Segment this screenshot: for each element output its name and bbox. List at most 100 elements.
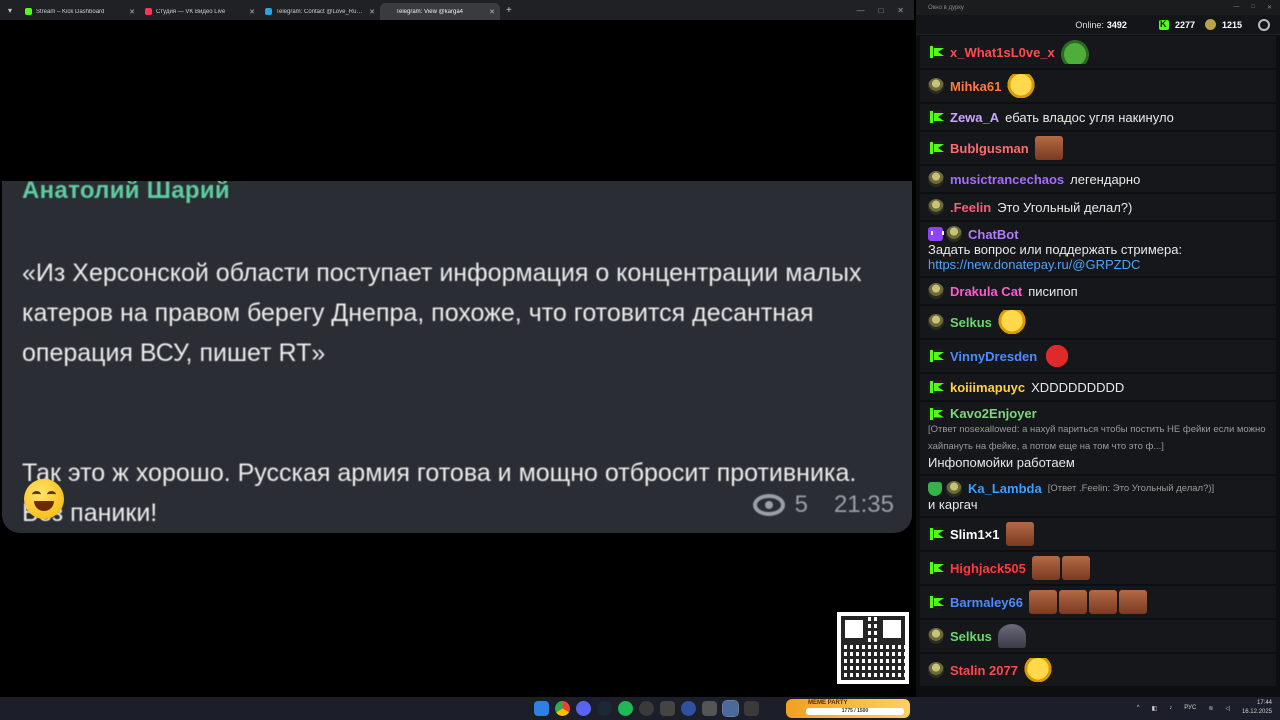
chat-username[interactable]: Selkus (950, 315, 992, 330)
chat-username[interactable]: Barmaley66 (950, 595, 1023, 610)
chat-message: Slim1×1 (920, 518, 1276, 550)
post-time: 21:35 (833, 491, 894, 518)
chat-username[interactable]: Highjack505 (950, 561, 1026, 576)
close-button[interactable]: ✕ (897, 6, 904, 15)
kick-badge-icon (928, 349, 942, 363)
chat-message: musictrancechaos легендарно (920, 166, 1276, 192)
post-meta: 5 21:35 (752, 491, 894, 519)
vk-badge-icon (928, 78, 944, 94)
tab-label: Студия — VK Видео Live (156, 8, 226, 15)
chat-reply-quote: [Ответ .Feelin: Это Угольный делал?)] (1047, 483, 1215, 494)
chat-message: Ka_Lambda [Ответ .Feelin: Это Угольный де… (920, 476, 1276, 516)
chat-username[interactable]: musictrancechaos (950, 172, 1064, 187)
chat-message: .Feelin Это Угольный делал?) (920, 194, 1276, 220)
chat-username[interactable]: Drakula Cat (950, 284, 1022, 299)
telegram-icon[interactable] (722, 700, 739, 717)
chat-username[interactable]: VinnyDresden (950, 349, 1037, 364)
steam-icon[interactable] (597, 701, 612, 716)
chat-message: ChatBot Задать вопрос или поддержать стри… (920, 222, 1276, 276)
chat-text: легендарно (1070, 171, 1141, 187)
vk-badge-icon (928, 199, 944, 215)
clock[interactable]: 17:44 16.12.2025 (1242, 699, 1272, 717)
chat-username[interactable]: ChatBot (968, 227, 1019, 242)
kick-badge-icon (928, 110, 942, 124)
player-icon[interactable] (681, 701, 696, 716)
chat-titlebar: Окно в дурку — □ ✕ (916, 0, 1280, 15)
face-emote-icon (1031, 556, 1060, 580)
microphone-icon[interactable]: ♪ (1169, 705, 1172, 711)
chat-username[interactable]: Kavo2Enjoyer (950, 406, 1037, 421)
tab-favicon-icon (265, 8, 272, 15)
chat-reply-quote: [Ответ nosexallowed: а нахуй париться чт… (928, 424, 1266, 452)
browser-tab[interactable]: Telegram: View @karga4 ✕ (380, 3, 500, 20)
kick-badge-icon (928, 561, 942, 575)
kick-badge-icon (928, 595, 942, 609)
chat-username[interactable]: x_What1sL0ve_x (950, 45, 1055, 60)
obs-icon[interactable] (639, 701, 654, 716)
vk-badge-icon (928, 171, 944, 187)
settings-gear-icon[interactable] (1258, 18, 1270, 31)
chat-message: Drakula Cat писипоп (920, 278, 1276, 304)
spotify-icon[interactable] (618, 701, 633, 716)
app-icon[interactable] (660, 701, 675, 716)
app2-icon[interactable] (702, 701, 717, 716)
tab-close-icon[interactable]: ✕ (249, 8, 255, 16)
chat-username[interactable]: .Feelin (950, 200, 991, 215)
chat-username[interactable]: Mihka61 (950, 79, 1001, 94)
vk-badge-icon (946, 226, 962, 242)
online-count: 3492 (1106, 19, 1127, 30)
vk-logo-icon (1204, 19, 1216, 30)
browser-tab[interactable]: Студия — VK Видео Live ✕ (140, 3, 260, 20)
tab-label: Stream – Kick Dashboard (36, 8, 105, 15)
start-windows-icon[interactable] (534, 701, 549, 716)
vk-badge-icon (928, 662, 944, 678)
post-paragraph-quote: «Из Херсонской области поступает информа… (22, 259, 862, 367)
chat-username[interactable]: Zewa_A (950, 110, 999, 125)
post-author[interactable]: Анатолий Шарий (22, 181, 230, 205)
tab-search-chevron-icon[interactable]: ▾ (0, 0, 20, 20)
chat-maximize-button[interactable]: □ (1251, 4, 1255, 11)
new-tab-button[interactable]: + (506, 5, 512, 16)
meme-party-widget[interactable]: MEME PARTY 1775 / 1500 (786, 699, 910, 718)
language-indicator[interactable]: РУС (1184, 705, 1196, 711)
chat-minimize-button[interactable]: — (1233, 4, 1239, 11)
browser-tab[interactable]: Telegram: Contact @Love_Russi... ✕ (260, 3, 380, 20)
volume-icon[interactable]: ◁ (1225, 705, 1230, 712)
chrome-icon[interactable] (555, 701, 570, 716)
chat-text: и каргач (928, 497, 978, 512)
tab-close-icon[interactable]: ✕ (369, 8, 375, 16)
chat-username[interactable]: Bublgusman (950, 141, 1029, 156)
network-icon[interactable]: ◧ (1152, 705, 1158, 712)
minimize-button[interactable]: — (856, 6, 864, 15)
browser-tab[interactable]: Stream – Kick Dashboard ✕ (20, 3, 140, 20)
chat-username[interactable]: Ka_Lambda (968, 481, 1042, 496)
tray-chevron-icon[interactable]: ^ (1137, 705, 1140, 711)
chat-message: Barmaley66 (920, 586, 1276, 618)
chat-close-button[interactable]: ✕ (1267, 4, 1272, 11)
chat-username[interactable]: Slim1×1 (950, 527, 1000, 542)
pepe-emote-icon (1060, 40, 1089, 64)
maximize-button[interactable]: □ (878, 6, 883, 15)
chat-username[interactable]: koiiimapuyc (950, 380, 1025, 395)
chat-message-list[interactable]: x_What1sL0ve_x Mihka61 Zewa_A ебать владос … (920, 36, 1276, 686)
chat-message: Selkus (920, 620, 1276, 652)
chat-username[interactable]: Selkus (950, 629, 992, 644)
window-controls: — □ ✕ (856, 6, 914, 15)
post-text: «Из Херсонской области поступает информа… (22, 213, 892, 533)
vk-badge-icon (928, 628, 944, 644)
tab-close-icon[interactable]: ✕ (489, 8, 495, 16)
telegram-post-view: Анатолий Шарий «Из Херсонской области по… (0, 20, 914, 697)
face-emote-icon (1034, 136, 1063, 160)
face-emote-icon (1089, 590, 1117, 614)
chat-username[interactable]: Stalin 2077 (950, 663, 1018, 678)
tab-close-icon[interactable]: ✕ (129, 8, 135, 16)
kick-badge-icon (928, 380, 942, 394)
chat-message: Bublgusman (920, 132, 1276, 164)
app3-icon[interactable] (744, 701, 759, 716)
discord-icon[interactable] (576, 701, 591, 716)
chat-link[interactable]: https://new.donatepay.ru/@GRPZDC (928, 257, 1140, 272)
chat-message: Stalin 2077 (920, 654, 1276, 686)
face-emote-icon (1059, 590, 1087, 614)
wifi-icon[interactable]: ≋ (1208, 705, 1213, 712)
clock-date: 16.12.2025 (1241, 709, 1272, 715)
